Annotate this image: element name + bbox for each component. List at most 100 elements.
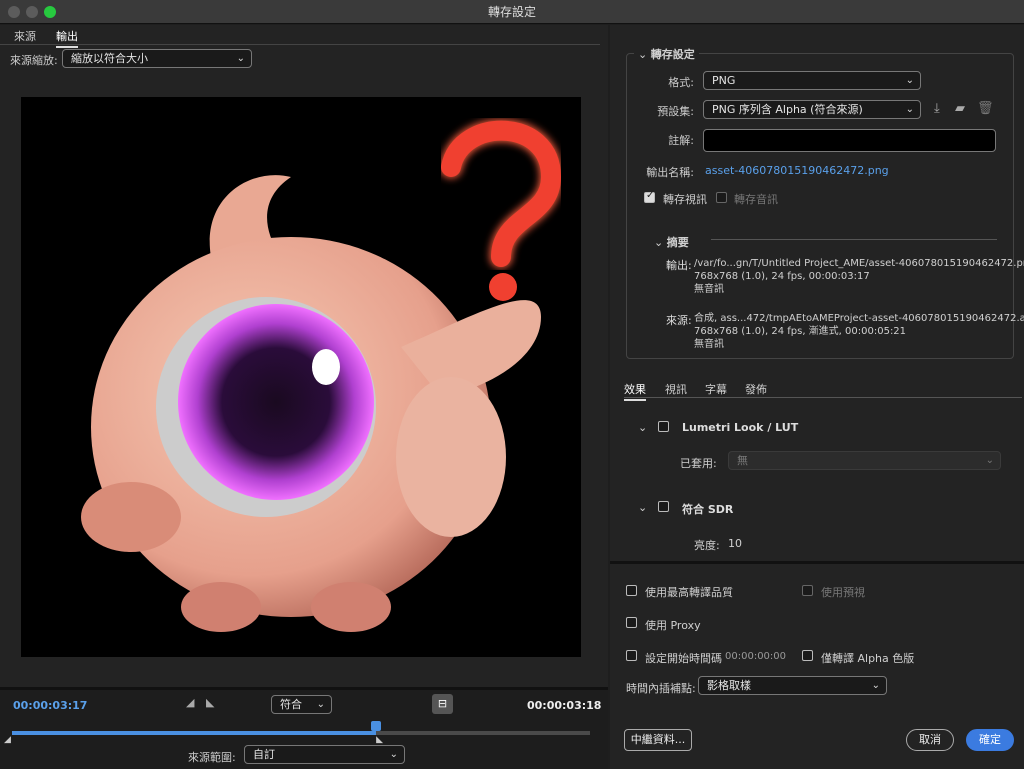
summary-source-label: 來源:	[666, 314, 692, 327]
zoom-window-button[interactable]	[44, 6, 56, 18]
lumetri-checkbox[interactable]	[658, 421, 669, 432]
summary-source-audio: 無音訊	[694, 339, 724, 350]
import-preset-icon[interactable]: ▰	[955, 101, 965, 116]
delete-preset-icon[interactable]: 🗑	[977, 101, 994, 116]
summary-output: /var/fo...gn/T/Untitled Project_AME/asse…	[694, 257, 1024, 296]
timeline-scrubber[interactable]	[12, 721, 590, 735]
chevron-down-icon: ⌄	[236, 53, 245, 64]
preview-pane: 來源 輸出 來源縮放: 縮放以符合大小 ⌄ 00:00:03:17 ◢ ◣ 符合 ⌄…	[0, 25, 608, 769]
summary-header[interactable]: ⌄ 摘要	[654, 234, 689, 250]
use-proxy-label: 使用 Proxy	[645, 619, 701, 632]
preview-image	[21, 97, 581, 657]
use-preview-checkbox[interactable]	[802, 585, 813, 596]
divider	[711, 239, 997, 240]
minimize-window-button[interactable]	[26, 6, 38, 18]
format-label: 格式:	[668, 76, 694, 89]
timeline-range-fill	[12, 731, 377, 735]
preset-value: PNG 序列含 Alpha (符合來源)	[712, 103, 863, 116]
current-timecode[interactable]: 00:00:03:17	[13, 699, 87, 712]
summary-output-label: 輸出:	[666, 259, 692, 272]
interpolation-label: 時間內插補點:	[626, 682, 696, 695]
chevron-down-icon: ⌄	[638, 48, 651, 61]
applied-value: 無	[737, 454, 748, 467]
sdr-label: 符合 SDR	[682, 503, 734, 516]
export-video-label: 轉存視訊	[663, 193, 707, 206]
chevron-down-icon: ⌄	[905, 104, 914, 115]
save-preset-icon[interactable]: ⤓	[934, 101, 940, 116]
comment-input[interactable]	[703, 129, 996, 152]
format-select[interactable]: PNG ⌄	[703, 71, 921, 90]
comment-label: 註解:	[668, 134, 694, 147]
export-audio-label: 轉存音訊	[734, 193, 778, 206]
sdr-checkbox[interactable]	[658, 501, 669, 512]
output-name-link[interactable]: asset-406078015190462472.png	[705, 164, 889, 177]
playhead-handle[interactable]	[371, 721, 382, 731]
fit-value: 符合	[280, 698, 302, 711]
character-illustration	[81, 119, 563, 632]
output-name-label: 輸出名稱:	[646, 166, 694, 179]
chevron-down-icon: ⌄	[871, 680, 880, 691]
fit-select[interactable]: 符合 ⌄	[271, 695, 332, 714]
export-video-checkbox[interactable]	[644, 190, 655, 203]
summary-output-path: /var/fo...gn/T/Untitled Project_AME/asse…	[694, 258, 1024, 269]
summary-source-spec: 768x768 (1.0), 24 fps, 漸進式, 00:00:05:21	[694, 326, 907, 337]
source-scale-select[interactable]: 縮放以符合大小 ⌄	[62, 49, 252, 68]
use-preview-label: 使用預視	[821, 586, 865, 599]
window-title: 轉存設定	[487, 5, 536, 19]
out-point-marker[interactable]: ◣	[376, 735, 383, 745]
summary-source-path: 合成, ass...472/tmpAEtoAMEProject-asset-40…	[694, 313, 1024, 324]
settings-pane: ⌄ 轉存設定 格式: PNG ⌄ 預設集: PNG 序列含 Alpha (符合來源…	[610, 25, 1024, 769]
summary-title: 摘要	[666, 236, 689, 249]
tab-effects[interactable]: 效果	[624, 381, 646, 401]
applied-select[interactable]: 無 ⌄	[728, 451, 1001, 470]
source-scale-label: 來源縮放:	[10, 54, 58, 67]
options-divider	[610, 561, 1024, 564]
start-timecode-value[interactable]: 00:00:00:00	[725, 651, 786, 662]
alpha-only-checkbox[interactable]	[802, 650, 813, 661]
metadata-button[interactable]: 中繼資料...	[624, 729, 692, 751]
preview-tabs: 來源 輸出	[0, 25, 600, 48]
summary-source: 合成, ass...472/tmpAEtoAMEProject-asset-40…	[694, 312, 1024, 351]
brightness-value[interactable]: 10	[728, 537, 742, 550]
alpha-only-label: 僅轉譯 Alpha 色版	[821, 652, 915, 665]
set-out-point-icon[interactable]: ◣	[206, 696, 214, 709]
close-window-button[interactable]	[8, 6, 20, 18]
preset-select[interactable]: PNG 序列含 Alpha (符合來源) ⌄	[703, 100, 921, 119]
applied-label: 已套用:	[680, 457, 717, 470]
chevron-down-icon: ⌄	[316, 699, 325, 710]
tab-video[interactable]: 視訊	[665, 381, 687, 397]
chevron-down-icon: ⌄	[905, 75, 914, 86]
set-in-point-icon[interactable]: ◢	[186, 696, 194, 709]
brightness-label: 亮度:	[694, 539, 720, 552]
source-range-select[interactable]: 自訂 ⌄	[244, 745, 405, 764]
max-quality-label: 使用最高轉譯品質	[645, 586, 733, 599]
interpolation-value: 影格取樣	[707, 679, 751, 692]
tab-captions[interactable]: 字幕	[705, 381, 727, 397]
preset-label: 預設集:	[657, 105, 694, 118]
use-proxy-checkbox[interactable]	[626, 617, 637, 628]
start-timecode-checkbox[interactable]	[626, 650, 637, 661]
format-value: PNG	[712, 74, 736, 87]
lumetri-expand-icon[interactable]: ⌄	[638, 421, 647, 434]
tab-source[interactable]: 來源	[14, 28, 36, 44]
export-settings-header[interactable]: ⌄ 轉存設定	[634, 46, 699, 62]
export-audio-checkbox[interactable]	[716, 192, 727, 203]
in-point-marker[interactable]: ◢	[4, 735, 11, 745]
start-timecode-label: 設定開始時間碼	[645, 652, 722, 665]
title-bar: 轉存設定	[0, 0, 1024, 24]
tab-publish[interactable]: 發佈	[745, 381, 767, 397]
end-timecode: 00:00:03:18	[527, 699, 602, 712]
lumetri-label: Lumetri Look / LUT	[682, 421, 799, 434]
sdr-expand-icon[interactable]: ⌄	[638, 501, 647, 514]
aspect-ratio-button[interactable]: ⊟	[432, 694, 453, 714]
interpolation-select[interactable]: 影格取樣 ⌄	[698, 676, 887, 695]
source-range-value: 自訂	[253, 748, 275, 761]
cancel-button[interactable]: 取消	[906, 729, 954, 751]
ok-button[interactable]: 確定	[966, 729, 1014, 751]
summary-output-spec: 768x768 (1.0), 24 fps, 00:00:03:17	[694, 271, 870, 282]
chevron-down-icon: ⌄	[389, 749, 398, 760]
max-quality-checkbox[interactable]	[626, 585, 637, 596]
source-range-label: 來源範圍:	[188, 751, 236, 764]
tab-output[interactable]: 輸出	[56, 28, 78, 48]
chevron-down-icon: ⌄	[985, 455, 994, 466]
